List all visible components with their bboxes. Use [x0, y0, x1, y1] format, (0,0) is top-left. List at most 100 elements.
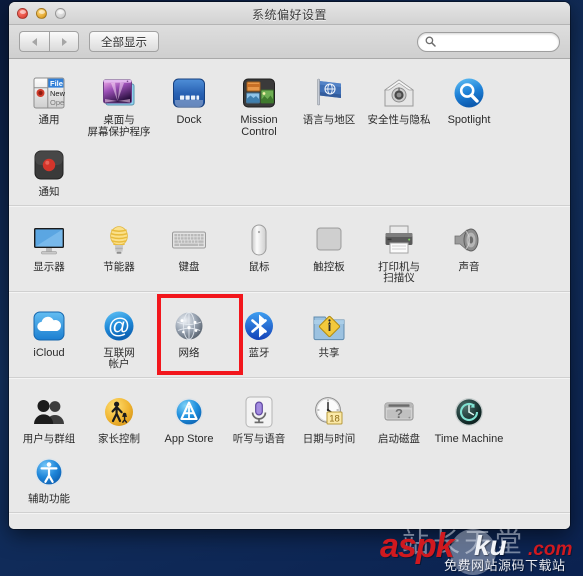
pref-pane-energy-saver[interactable]: 节能器	[84, 213, 154, 285]
app-store-icon	[167, 388, 211, 430]
ntfs-icon: NTFS	[167, 523, 211, 530]
back-arrow-icon	[32, 37, 37, 46]
forward-button[interactable]	[49, 31, 79, 52]
search-field[interactable]	[417, 31, 560, 52]
watermark-brand-com: .com	[528, 539, 573, 560]
time-machine-icon	[447, 388, 491, 430]
pref-pane-label: 显示器	[33, 260, 65, 273]
accessibility-icon	[27, 448, 71, 490]
pref-pane-icloud[interactable]: iCloud	[14, 299, 84, 371]
network-icon	[167, 302, 211, 344]
keyboard-icon	[167, 216, 211, 258]
pref-pane-accessibility[interactable]: 辅助功能	[14, 445, 84, 506]
flash-player-icon	[27, 523, 71, 530]
pane-row: File New Ope 通用 桌面与 屏幕保护程序 Dock Mission Contro…	[9, 59, 570, 206]
date-time-icon: 18	[307, 388, 351, 430]
pref-pane-label: 用户与群组	[22, 432, 76, 445]
pref-pane-label: Mission Control	[240, 114, 278, 138]
energy-saver-icon	[97, 216, 141, 258]
pref-pane-sound[interactable]: 声音	[434, 213, 504, 285]
search-icon	[425, 36, 436, 47]
pref-pane-notifications[interactable]: 通知	[14, 138, 84, 199]
pref-pane-mission-control[interactable]: Mission Control	[224, 66, 294, 138]
svg-text:?: ?	[395, 406, 403, 421]
forward-arrow-icon	[61, 37, 67, 46]
pref-pane-startup-disk[interactable]: ? 启动磁盘	[364, 385, 434, 446]
pref-pane-trackpad[interactable]: 触控板	[294, 213, 364, 285]
pref-pane-label: 家长控制	[98, 432, 140, 445]
bluetooth-icon	[237, 302, 281, 344]
pane-row: 用户与群组 家长控制 App Store 听写与语音 18 日期与时间? 启动磁盘 Time …	[9, 378, 570, 513]
pref-pane-label: 触控板	[313, 260, 345, 273]
pref-pane-label: 共享	[318, 346, 340, 359]
pref-pane-label: 桌面与 屏幕保护程序	[87, 114, 151, 138]
pref-pane-keyboard[interactable]: 键盘	[154, 213, 224, 285]
desktop-screensaver-icon	[97, 69, 141, 111]
window-title: 系统偏好设置	[251, 8, 327, 22]
svg-text:File: File	[50, 79, 63, 88]
pref-pane-label: 辅助功能	[28, 493, 70, 505]
pref-pane-label: 语言与地区	[302, 114, 356, 126]
sharing-icon	[307, 302, 351, 344]
pref-pane-spotlight[interactable]: Spotlight	[434, 66, 504, 138]
pref-pane-internet-accounts[interactable]: @ 互联网 帐户	[84, 299, 154, 371]
show-all-button[interactable]: 全部显示	[89, 31, 159, 52]
pref-pane-printers[interactable]: 打印机与 扫描仪	[364, 213, 434, 285]
pref-pane-java[interactable]: Java	[84, 520, 154, 530]
pref-pane-label: 声音	[458, 260, 480, 273]
pref-pane-dictation-speech[interactable]: 听写与语音	[224, 385, 294, 446]
startup-disk-icon: ?	[377, 388, 421, 430]
mouse-icon	[237, 216, 281, 258]
pref-pane-bluetooth[interactable]: 蓝牙	[224, 299, 294, 371]
pref-pane-ntfs[interactable]: NTFSNTFS for Mac OS X	[154, 520, 224, 530]
back-button[interactable]	[19, 31, 49, 52]
pref-pane-label: 打印机与 扫描仪	[378, 260, 420, 284]
pref-pane-network[interactable]: 网络	[154, 293, 243, 375]
pref-pane-parental-controls[interactable]: 家长控制	[84, 385, 154, 446]
users-groups-icon	[27, 388, 71, 430]
pref-pane-label: 节能器	[103, 260, 135, 273]
pane-row: 显示器 节能器 键盘 鼠标 触控板 打印机与 扫描仪 声音	[9, 206, 570, 292]
pref-pane-label: 通用	[38, 114, 60, 126]
sound-icon	[447, 216, 491, 258]
pref-pane-language[interactable]: 语言与地区	[294, 66, 364, 138]
svg-text:Ope: Ope	[50, 98, 64, 107]
pref-pane-label: 互联网 帐户	[103, 346, 135, 370]
pref-pane-time-machine[interactable]: Time Machine	[434, 385, 504, 446]
pref-pane-sharing[interactable]: 共享	[294, 299, 364, 371]
notifications-icon	[27, 141, 71, 183]
search-input[interactable]	[441, 35, 552, 48]
pref-pane-security[interactable]: 安全性与隐私	[364, 66, 434, 138]
pref-pane-general[interactable]: File New Ope 通用	[14, 66, 84, 138]
pref-pane-desktop[interactable]: 桌面与 屏幕保护程序	[84, 66, 154, 138]
pref-pane-label: iCloud	[33, 346, 65, 359]
mission-control-icon	[237, 69, 281, 111]
watermark-brand-red: aspk	[380, 528, 454, 565]
pref-pane-flash-player[interactable]: Flash Player	[14, 520, 84, 530]
pref-pane-users-groups[interactable]: 用户与群组	[14, 385, 84, 446]
window-titlebar: 系统偏好设置	[9, 2, 570, 25]
navigation-buttons	[19, 31, 79, 52]
pref-pane-label: App Store	[164, 432, 214, 445]
pref-pane-app-store[interactable]: App Store	[154, 385, 224, 446]
system-preferences-window: 系统偏好设置 全部显示 File New Ope 通用 桌面与 屏幕保护程序 Dock Mi…	[9, 2, 570, 529]
toolbar: 全部显示	[9, 25, 570, 59]
pref-pane-mouse[interactable]: 鼠标	[224, 213, 294, 285]
pref-pane-label: 启动磁盘	[378, 432, 420, 445]
pref-pane-label: 安全性与隐私	[367, 114, 431, 126]
pref-pane-label: Dock	[176, 114, 202, 126]
security-privacy-icon	[377, 69, 421, 111]
svg-text:18: 18	[329, 413, 340, 424]
pref-pane-dock[interactable]: Dock	[154, 66, 224, 138]
pref-pane-label: 通知	[38, 186, 60, 198]
printers-scanners-icon	[377, 216, 421, 258]
show-all-label: 全部显示	[101, 36, 147, 49]
pref-pane-label: Time Machine	[434, 432, 504, 445]
parental-controls-icon	[97, 388, 141, 430]
svg-text:@: @	[108, 313, 130, 338]
dictation-speech-icon	[237, 388, 281, 430]
java-icon	[97, 523, 141, 530]
pref-pane-date-time[interactable]: 18 日期与时间	[294, 385, 364, 446]
pref-pane-displays[interactable]: 显示器	[14, 213, 84, 285]
preference-panes-grid: File New Ope 通用 桌面与 屏幕保护程序 Dock Mission Contro…	[9, 59, 570, 529]
